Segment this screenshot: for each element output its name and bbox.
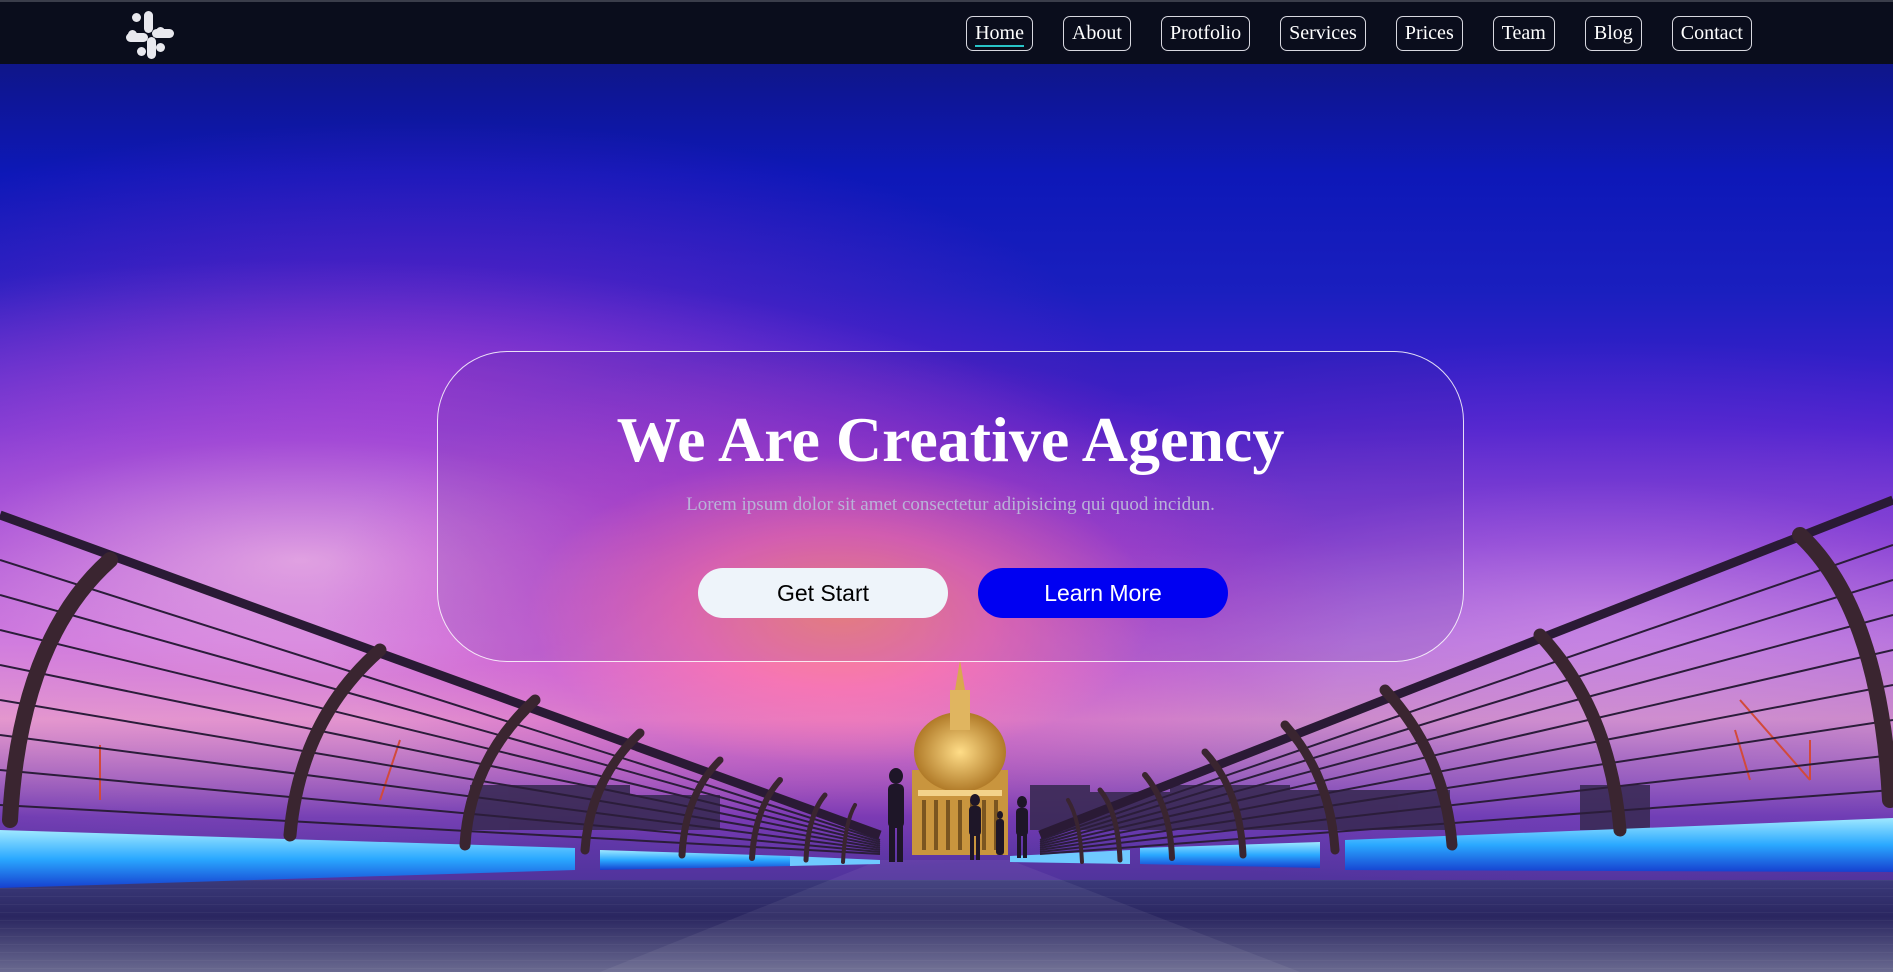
hero-card: We Are Creative Agency Lorem ipsum dolor… bbox=[437, 351, 1464, 662]
nav-link-prices[interactable]: Prices bbox=[1395, 16, 1463, 51]
nav-link-team[interactable]: Team bbox=[1492, 16, 1555, 51]
get-start-button[interactable]: Get Start bbox=[698, 568, 948, 618]
nav-link-about[interactable]: About bbox=[1062, 16, 1131, 51]
hero-subtitle: Lorem ipsum dolor sit amet consectetur a… bbox=[686, 494, 1215, 515]
hero-title: We Are Creative Agency bbox=[616, 404, 1285, 475]
slack-logo-icon[interactable] bbox=[124, 9, 176, 61]
landing-page: Home About Protfolio Services Prices Tea… bbox=[0, 0, 1893, 972]
nav-link-services[interactable]: Services bbox=[1280, 16, 1366, 51]
nav-link-portfolio[interactable]: Protfolio bbox=[1160, 16, 1251, 51]
nav-link-contact[interactable]: Contact bbox=[1671, 16, 1752, 51]
nav-links: Home About Protfolio Services Prices Tea… bbox=[966, 16, 1752, 51]
nav-link-home[interactable]: Home bbox=[966, 16, 1033, 51]
nav-link-blog[interactable]: Blog bbox=[1584, 16, 1642, 51]
top-navbar: Home About Protfolio Services Prices Tea… bbox=[0, 0, 1893, 64]
cathedral-dome bbox=[912, 660, 1008, 855]
learn-more-button[interactable]: Learn More bbox=[978, 568, 1228, 618]
